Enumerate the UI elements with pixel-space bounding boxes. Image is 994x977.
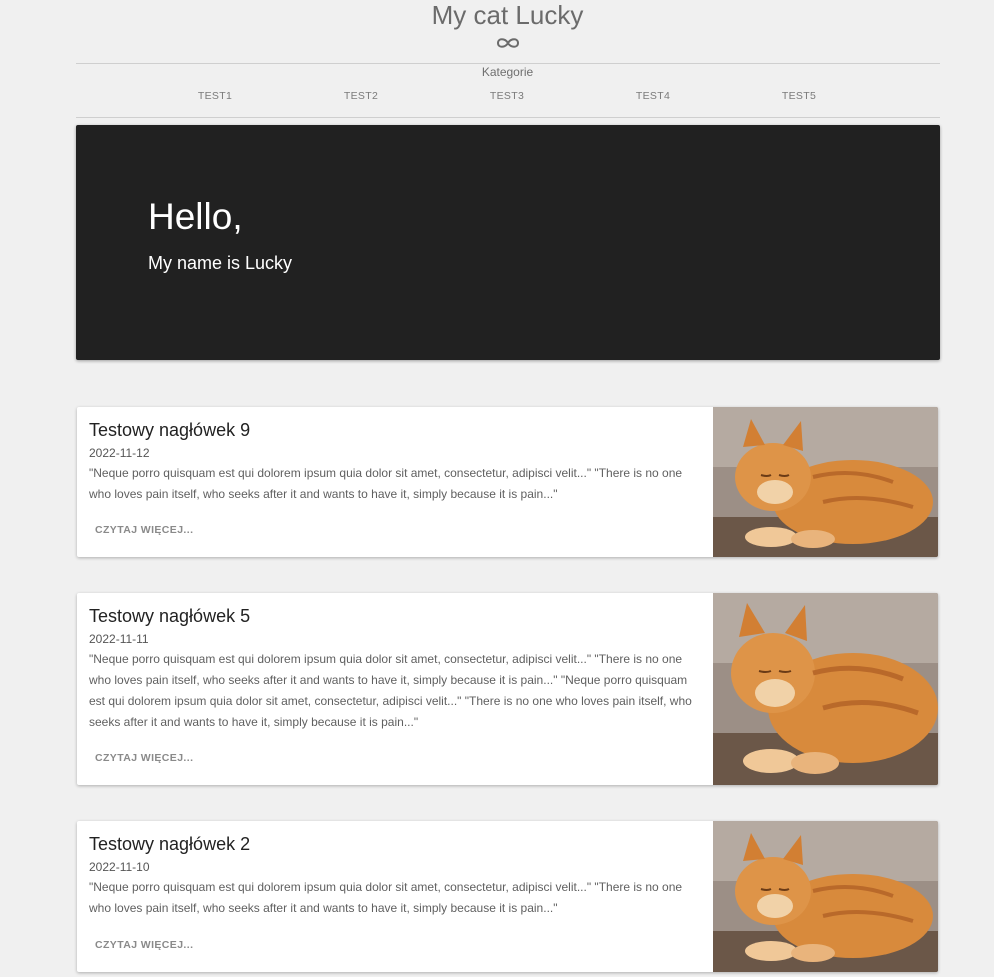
nav-item-test2[interactable]: TEST2: [321, 90, 401, 102]
header-divider-top: [76, 63, 940, 64]
post-excerpt: "Neque porro quisquam est qui dolorem ip…: [89, 466, 683, 501]
cat-photo: [713, 821, 938, 972]
nav-item-test4[interactable]: TEST4: [613, 90, 693, 102]
read-more-link[interactable]: CZYTAJ WIĘCEJ...: [95, 524, 193, 536]
nav-item-test3[interactable]: TEST3: [467, 90, 547, 102]
hero-subtitle: My name is Lucky: [148, 253, 293, 273]
nav-item-test1[interactable]: TEST1: [175, 90, 255, 102]
post-title: Testowy nagłówek 5: [89, 606, 251, 626]
read-more-link[interactable]: CZYTAJ WIĘCEJ...: [95, 752, 193, 764]
hero-banner: Hello, My name is Lucky: [76, 125, 940, 360]
hero-title: Hello,: [148, 196, 243, 237]
post-card: Testowy nagłówek 9 2022-11-12 "Neque por…: [77, 407, 938, 557]
infinity-icon: [496, 38, 520, 48]
site-title: My cat Lucky: [431, 0, 584, 30]
post-card: Testowy nagłówek 2 2022-11-10 "Neque por…: [77, 821, 938, 972]
cat-photo: [713, 593, 938, 785]
cat-photo: [713, 407, 938, 557]
post-card: Testowy nagłówek 5 2022-11-11 "Neque por…: [77, 593, 938, 785]
post-excerpt: "Neque porro quisquam est qui dolorem ip…: [89, 880, 683, 915]
nav-item-test5[interactable]: TEST5: [759, 90, 839, 102]
post-date: 2022-11-10: [89, 860, 150, 874]
post-title: Testowy nagłówek 9: [89, 420, 251, 440]
categories-label: Kategorie: [481, 65, 534, 79]
post-title: Testowy nagłówek 2: [89, 834, 251, 854]
post-date: 2022-11-11: [89, 632, 149, 646]
header-divider-bottom: [76, 117, 940, 118]
category-nav: TEST1 TEST2 TEST3 TEST4 TEST5: [0, 90, 994, 108]
post-date: 2022-11-12: [89, 446, 150, 460]
post-excerpt: "Neque porro quisquam est qui dolorem ip…: [89, 652, 692, 729]
read-more-link[interactable]: CZYTAJ WIĘCEJ...: [95, 939, 193, 951]
